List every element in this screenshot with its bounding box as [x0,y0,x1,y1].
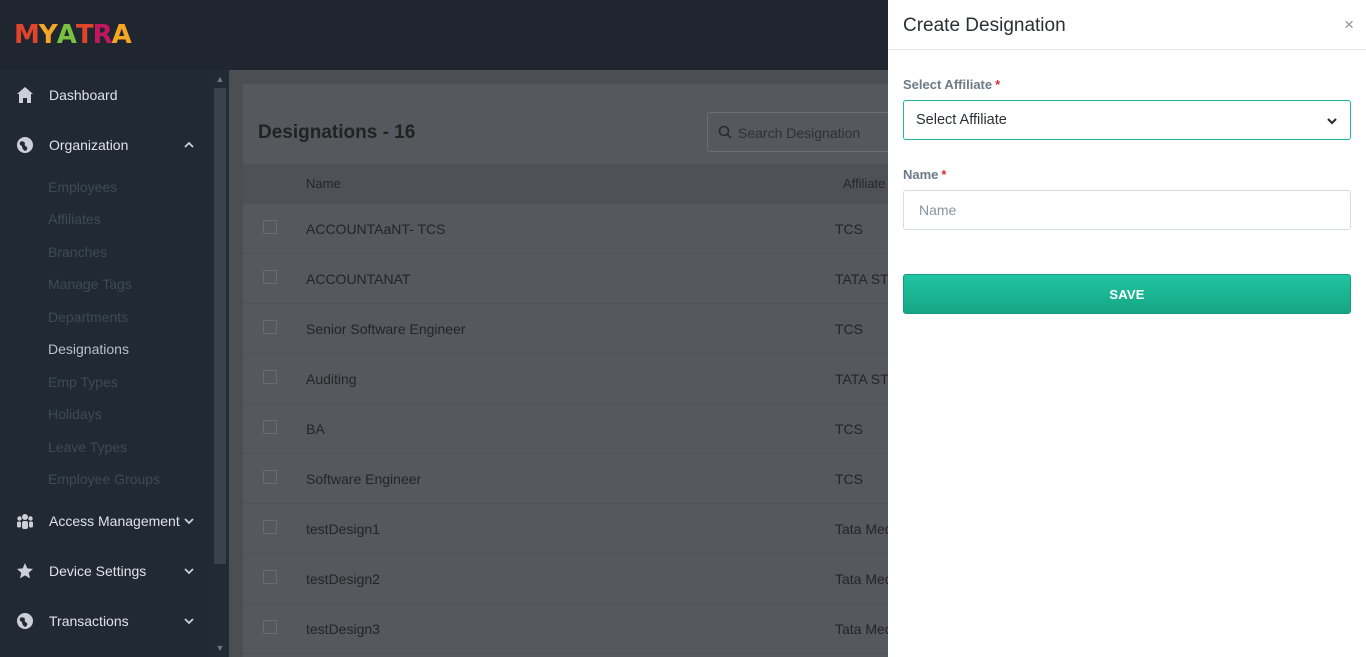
sidebar-item-label: Device Settings [49,563,147,579]
cell-affiliate: Tata Med [835,621,893,637]
sidebar-subitem-emp-types[interactable]: Emp Types [48,374,118,390]
cell-affiliate: TCS [835,471,863,487]
sidebar-item-dashboard[interactable]: Dashboard [0,70,211,120]
cell-name: testDesign2 [306,571,380,587]
designations-card: Designations - 16 Name Affiliate ACCOUNT… [243,84,907,657]
cell-name: testDesign3 [306,621,380,637]
table-row[interactable]: BA TCS [243,404,903,454]
cell-name: Senior Software Engineer [306,321,466,337]
chevron-down-icon [183,564,195,576]
sidebar-subitem-holidays[interactable]: Holidays [48,406,102,422]
name-label: Name * [903,167,946,182]
cell-affiliate: TCS [835,221,863,237]
cell-name: Software Engineer [306,471,422,487]
chevron-up-icon [183,138,195,150]
required-marker: * [941,167,947,182]
name-label-text: Name [903,167,939,182]
table-row[interactable]: testDesign1 Tata Med [243,504,903,554]
sidebar-subitem-branches[interactable]: Branches [48,244,107,260]
cell-name: ACCOUNTAaNT- TCS [306,221,446,237]
sidebar-subitem-employees[interactable]: Employees [48,179,117,195]
home-icon [16,86,34,104]
save-button[interactable]: SAVE [903,274,1351,314]
row-checkbox[interactable] [263,620,277,634]
chevron-down-icon [183,614,195,626]
name-field[interactable] [903,190,1351,230]
cell-name: testDesign1 [306,521,380,537]
table-row[interactable]: testDesign2 Tata Med [243,554,903,604]
cell-affiliate: TCS [835,421,863,437]
close-icon[interactable]: × [1344,15,1354,35]
sidebar-subitem-designations[interactable]: Designations [48,341,129,357]
globe-icon [16,136,34,154]
scrollbar-thumb[interactable] [214,88,226,564]
chevron-down-icon [1326,114,1338,132]
scroll-up-arrow-icon[interactable]: ▲ [215,74,225,84]
scroll-down-arrow-icon[interactable]: ▼ [215,643,225,653]
globe-icon [16,612,34,630]
chevron-down-icon [183,514,195,526]
table-row[interactable]: ACCOUNTANAT TATA STE [243,254,903,304]
drawer-title: Create Designation [903,15,1066,36]
cell-affiliate: Tata Med [835,521,893,537]
sidebar-item-label: Dashboard [49,87,118,103]
row-checkbox[interactable] [263,370,277,384]
table-row[interactable]: Senior Software Engineer TCS [243,304,903,354]
search-icon [718,125,732,144]
sidebar-item-label: Organization [49,137,129,153]
table-row[interactable]: ACCOUNTAaNT- TCS TCS [243,204,903,254]
sidebar-subitem-departments[interactable]: Departments [48,309,128,325]
sidebar-item-label: Transactions [49,613,129,629]
create-designation-drawer: Create Designation × Select Affiliate * S… [888,0,1366,657]
row-checkbox[interactable] [263,270,277,284]
sidebar-subitem-affiliates[interactable]: Affiliates [48,211,101,227]
affiliate-select-value: Select Affiliate [916,112,1007,128]
row-checkbox[interactable] [263,420,277,434]
page-title: Designations - 16 [258,122,416,143]
table-row[interactable]: testDesign3 Tata Med [243,604,903,654]
sidebar-item-device-settings[interactable]: Device Settings [0,546,211,596]
table-row[interactable]: Software Engineer TCS [243,454,903,504]
required-marker: * [995,77,1001,92]
cell-name: Auditing [306,371,357,387]
cell-name: BA [306,421,325,437]
drawer-header: Create Designation × [888,0,1366,50]
sidebar-item-label: Access Management [49,513,180,529]
sidebar-subitem-employee-groups[interactable]: Employee Groups [48,471,160,487]
row-checkbox[interactable] [263,570,277,584]
brand-logo[interactable]: MYATRAcom [14,20,134,80]
row-checkbox[interactable] [263,470,277,484]
table-row[interactable]: Auditing TATA STE [243,354,903,404]
sidebar-subitem-leave-types[interactable]: Leave Types [48,439,127,455]
sidebar-item-transactions[interactable]: Transactions [0,596,211,646]
sidebar-item-access-management[interactable]: Access Management [0,496,211,546]
sidebar-subitem-manage-tags[interactable]: Manage Tags [48,276,132,292]
affiliate-label: Select Affiliate * [903,77,1000,92]
sidebar-item-organization[interactable]: Organization [0,120,211,170]
cell-name: ACCOUNTANAT [306,271,411,287]
search-box[interactable] [707,112,907,152]
row-checkbox[interactable] [263,220,277,234]
row-checkbox[interactable] [263,320,277,334]
search-input[interactable] [738,123,898,143]
table-header: Name Affiliate [243,164,903,204]
affiliate-select[interactable]: Select Affiliate [903,100,1351,140]
affiliate-label-text: Select Affiliate [903,77,993,92]
sidebar-scrollbar[interactable]: ▲ ▼ [211,70,229,657]
users-icon [16,512,34,530]
cell-affiliate: Tata Med [835,571,893,587]
row-checkbox[interactable] [263,520,277,534]
cell-affiliate: TCS [835,321,863,337]
sidebar: Dashboard Organization Employees Affilia… [0,70,211,657]
column-header-name[interactable]: Name [306,176,341,191]
column-header-affiliate[interactable]: Affiliate [843,176,885,191]
star-icon [16,562,34,580]
